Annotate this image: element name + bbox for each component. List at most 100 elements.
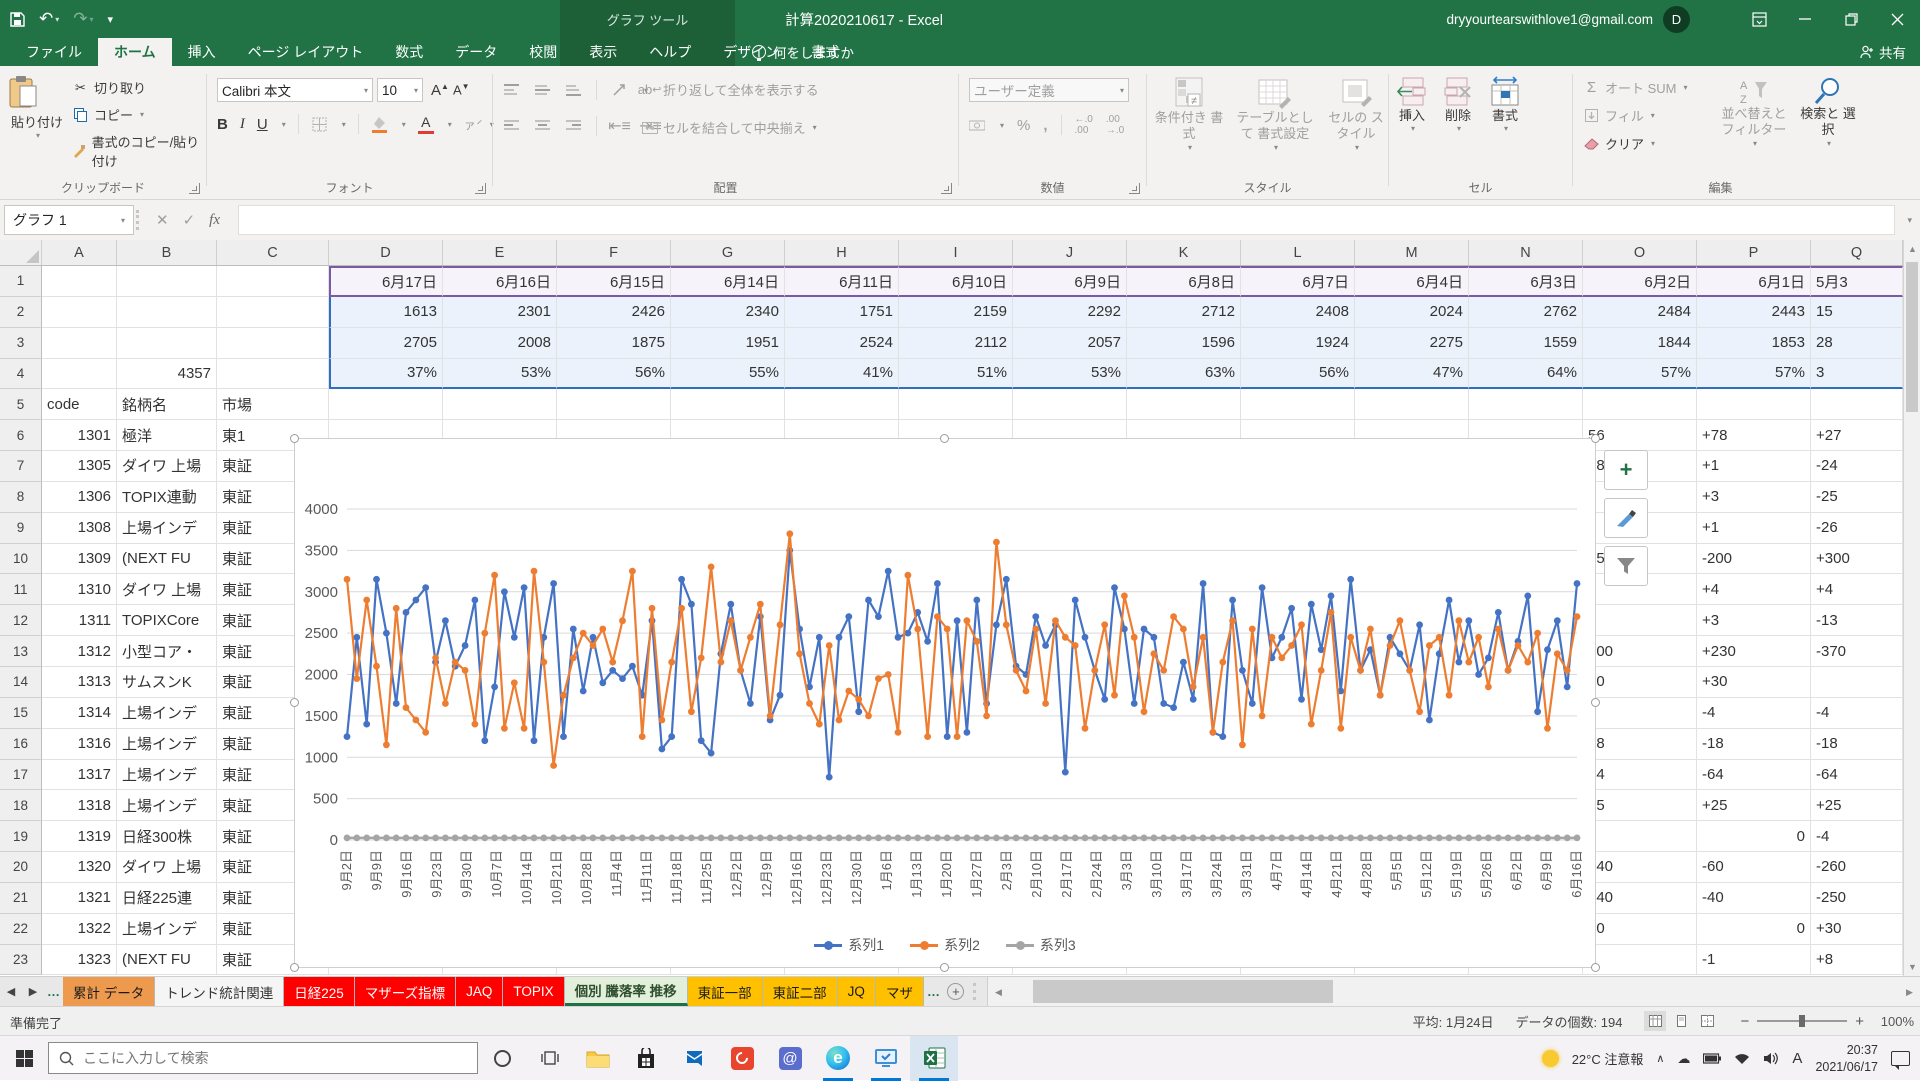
cell-A22[interactable]: 1322 xyxy=(42,914,117,945)
row-header-12[interactable]: 12 xyxy=(0,605,42,636)
scroll-down-icon[interactable]: ▼ xyxy=(1904,958,1920,976)
cell-O16[interactable]: 18 xyxy=(1583,729,1697,760)
sheet-tab-累計 データ[interactable]: 累計 データ xyxy=(63,977,155,1006)
paste-button[interactable]: 貼り付け▾ xyxy=(8,76,66,140)
cell-B14[interactable]: サムスンK xyxy=(117,667,217,698)
formula-bar-splitter[interactable] xyxy=(136,210,140,230)
cell-Q17[interactable]: -64 xyxy=(1811,760,1903,791)
scroll-right-icon[interactable]: ▶ xyxy=(1901,983,1918,1001)
cell-P11[interactable]: +4 xyxy=(1697,574,1811,605)
insert-function-icon[interactable]: fx xyxy=(209,212,220,229)
cell-B4[interactable]: 4357 xyxy=(117,359,217,390)
cell-P19[interactable]: 0 xyxy=(1697,821,1811,852)
cancel-entry-icon[interactable]: ✕ xyxy=(156,211,169,229)
cell-B10[interactable]: (NEXT FU xyxy=(117,544,217,575)
cell-O22[interactable]: 50 xyxy=(1583,914,1697,945)
align-left-icon[interactable] xyxy=(503,118,520,135)
cell-A5[interactable]: code xyxy=(42,389,117,420)
font-size-combo[interactable]: 10▾ xyxy=(377,78,423,102)
cell-D4[interactable]: 37% xyxy=(329,359,443,390)
align-bottom-icon[interactable] xyxy=(565,82,582,99)
cell-O6[interactable]: 56 xyxy=(1583,420,1697,451)
cortana-icon[interactable] xyxy=(478,1036,526,1081)
bold-button[interactable]: B xyxy=(217,116,228,133)
vertical-scrollbar[interactable]: ▲ ▼ xyxy=(1903,240,1920,976)
chart-handle-mid-right[interactable] xyxy=(1591,698,1600,707)
scroll-left-icon[interactable]: ◀ xyxy=(990,983,1007,1001)
column-header-P[interactable]: P xyxy=(1697,240,1811,265)
hidden-tabs-right[interactable]: … xyxy=(924,977,943,1006)
horizontal-scrollbar[interactable]: ◀ ▶ xyxy=(987,977,1920,1006)
cell-N2[interactable]: 2762 xyxy=(1469,297,1583,328)
cell-D2[interactable]: 1613 xyxy=(329,297,443,328)
row-header-23[interactable]: 23 xyxy=(0,945,42,976)
row-header-6[interactable]: 6 xyxy=(0,420,42,451)
chart-handle-bottom-right[interactable] xyxy=(1591,963,1600,972)
cell-A11[interactable]: 1310 xyxy=(42,574,117,605)
cell-A15[interactable]: 1314 xyxy=(42,698,117,729)
column-header-B[interactable]: B xyxy=(117,240,217,265)
percent-icon[interactable]: % xyxy=(1017,117,1030,134)
cell-P6[interactable]: +78 xyxy=(1697,420,1811,451)
ribbon-tab-ページ レイアウト[interactable]: ページ レイアウト xyxy=(232,38,380,66)
cell-C2[interactable] xyxy=(217,297,329,328)
cell-P8[interactable]: +3 xyxy=(1697,482,1811,513)
cell-P21[interactable]: -40 xyxy=(1697,883,1811,914)
cell-Q16[interactable]: -18 xyxy=(1811,729,1903,760)
cell-B15[interactable]: 上場インデ xyxy=(117,698,217,729)
ribbon-display-options-icon[interactable] xyxy=(1736,0,1782,38)
scroll-up-icon[interactable]: ▲ xyxy=(1904,240,1920,258)
legend-item-系列1[interactable]: 系列1 xyxy=(814,935,884,955)
cell-Q19[interactable]: -4 xyxy=(1811,821,1903,852)
ribbon-tab-挿入[interactable]: 挿入 xyxy=(172,38,232,66)
chart-legend[interactable]: 系列1系列2系列3 xyxy=(295,935,1595,955)
column-header-A[interactable]: A xyxy=(42,240,117,265)
cell-G4[interactable]: 55% xyxy=(671,359,785,390)
cell-G5[interactable] xyxy=(671,389,785,420)
cut-button[interactable]: ✂切り取り xyxy=(72,78,206,97)
borders-icon[interactable] xyxy=(311,116,328,133)
cell-F4[interactable]: 56% xyxy=(557,359,671,390)
cell-D3[interactable]: 2705 xyxy=(329,328,443,359)
currency-icon[interactable] xyxy=(969,118,985,132)
chart-handle-bottom-left[interactable] xyxy=(290,963,299,972)
alignment-dialog-launcher[interactable] xyxy=(941,183,952,194)
cell-B17[interactable]: 上場インデ xyxy=(117,760,217,791)
cell-H1[interactable]: 6月11日 xyxy=(785,266,899,297)
cell-P13[interactable]: +230 xyxy=(1697,636,1811,667)
task-view-icon[interactable] xyxy=(526,1036,574,1081)
row-header-10[interactable]: 10 xyxy=(0,544,42,575)
cell-A8[interactable]: 1306 xyxy=(42,482,117,513)
row-header-14[interactable]: 14 xyxy=(0,667,42,698)
hidden-tabs-left[interactable]: … xyxy=(44,977,63,1006)
copy-button[interactable]: コピー▾ xyxy=(72,105,206,124)
row-header-2[interactable]: 2 xyxy=(0,297,42,328)
tray-chevron-icon[interactable]: ∧ xyxy=(1656,1052,1664,1065)
row-header-15[interactable]: 15 xyxy=(0,698,42,729)
cell-O15[interactable]: 4 xyxy=(1583,698,1697,729)
chart-plot-area[interactable]: 050010001500200025003000350040009月2日9月9日… xyxy=(295,439,1595,967)
merge-center-button[interactable]: セルを結合して中央揃え▾ xyxy=(641,118,817,137)
cell-L5[interactable] xyxy=(1241,389,1355,420)
taskbar-search[interactable] xyxy=(48,1042,478,1074)
align-top-icon[interactable] xyxy=(503,82,520,99)
format-cells-button[interactable]: 書式▾ xyxy=(1489,76,1521,134)
cell-G3[interactable]: 1951 xyxy=(671,328,785,359)
chart-handle-bottom-center[interactable] xyxy=(940,963,949,972)
cell-P22[interactable]: 0 xyxy=(1697,914,1811,945)
column-header-F[interactable]: F xyxy=(557,240,671,265)
cell-O12[interactable]: 9 xyxy=(1583,605,1697,636)
ribbon-tab-ホーム[interactable]: ホーム xyxy=(98,38,172,66)
page-layout-view-button[interactable] xyxy=(1670,1011,1692,1031)
ribbon-tab-ファイル[interactable]: ファイル xyxy=(10,38,98,66)
cell-A20[interactable]: 1320 xyxy=(42,852,117,883)
format-painter-button[interactable]: 書式のコピー/貼り付け xyxy=(72,132,206,170)
cell-B8[interactable]: TOPIX連動 xyxy=(117,482,217,513)
cell-O2[interactable]: 2484 xyxy=(1583,297,1697,328)
cell-N5[interactable] xyxy=(1469,389,1583,420)
edge-icon[interactable]: e xyxy=(814,1036,862,1081)
sheet-tab-日経225[interactable]: 日経225 xyxy=(284,977,355,1006)
cell-I4[interactable]: 51% xyxy=(899,359,1013,390)
cell-C1[interactable] xyxy=(217,266,329,297)
cell-Q18[interactable]: +25 xyxy=(1811,790,1903,821)
